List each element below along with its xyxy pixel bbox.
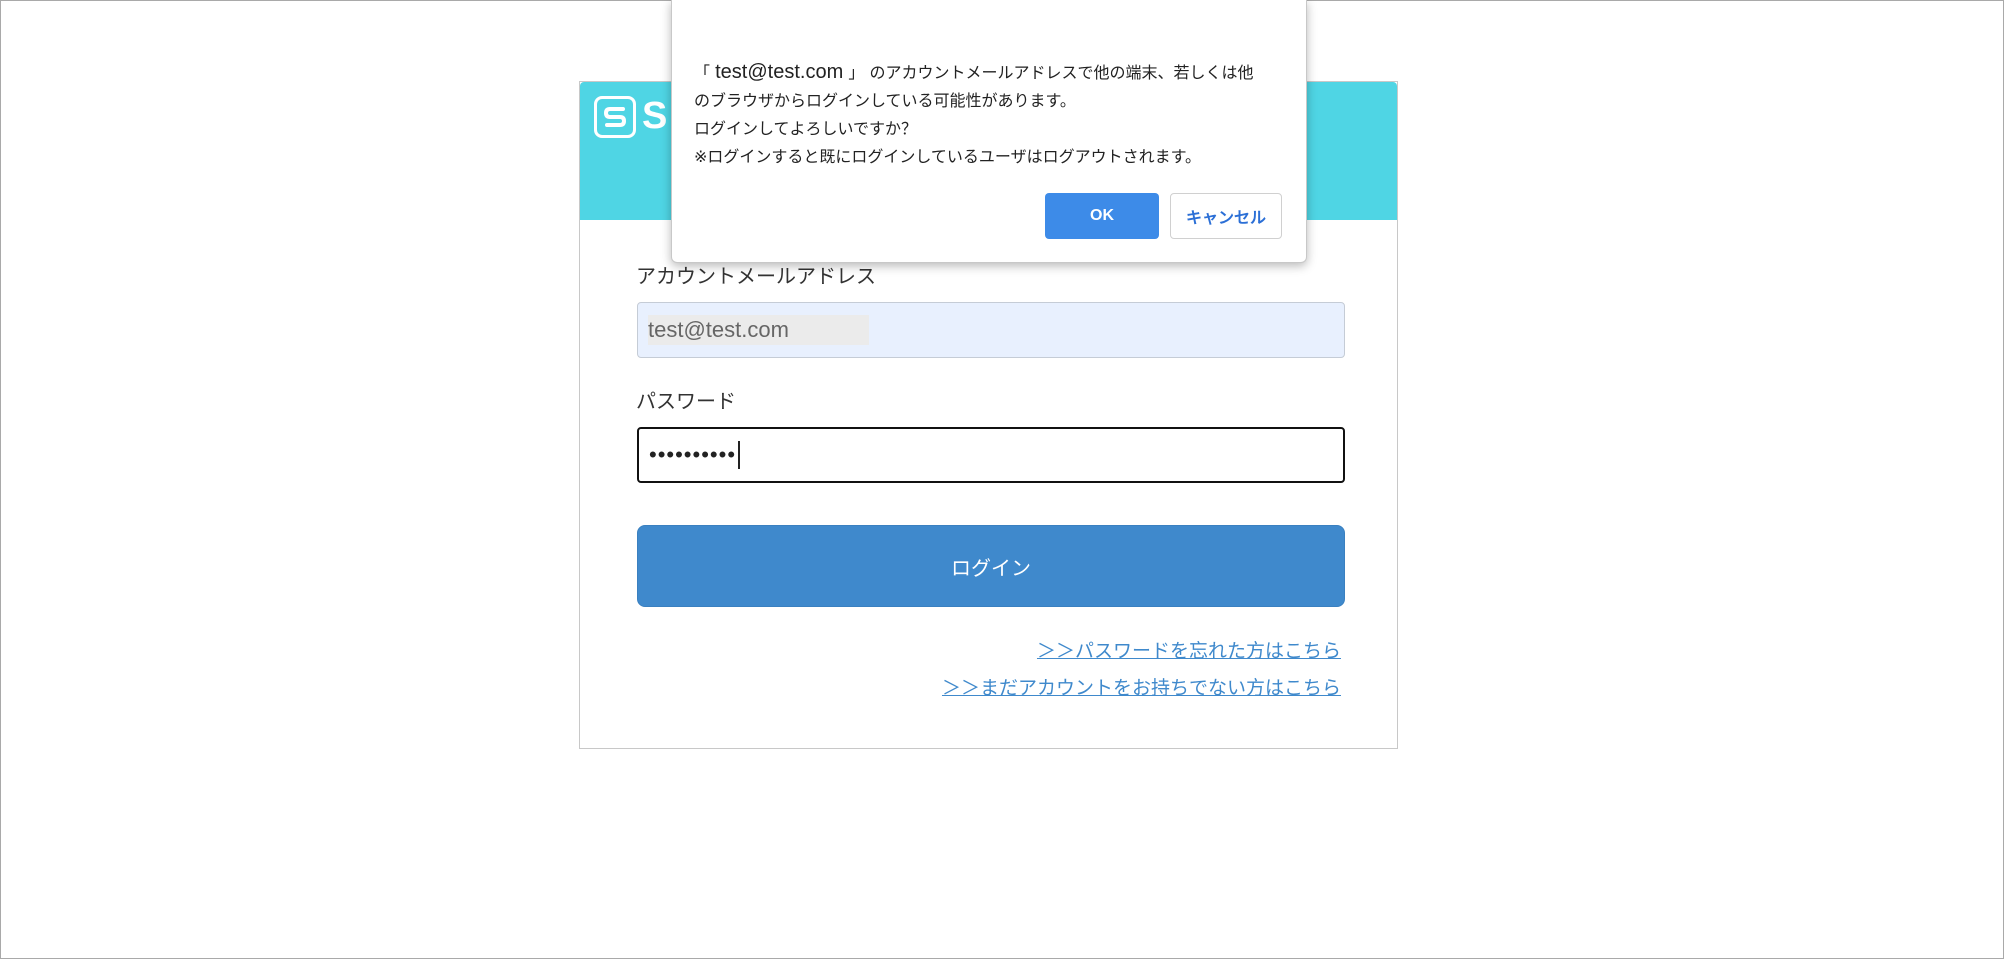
dialog-line-1: 「 test@test.com 」 のアカウントメールアドレスで他の端末、若しく… <box>694 58 1294 87</box>
email-value: test@test.com <box>648 315 869 345</box>
logo-text: S <box>642 95 668 137</box>
ok-button[interactable]: OK <box>1045 193 1159 239</box>
dialog-line-2: のブラウザからログインしている可能性があります。 <box>694 91 1076 110</box>
signup-link[interactable]: ＞＞まだアカウントをお持ちでない方はこちら <box>942 673 1341 700</box>
forgot-password-link[interactable]: ＞＞パスワードを忘れた方はこちら <box>1037 636 1341 663</box>
dialog-email: test@test.com <box>715 61 844 83</box>
login-button[interactable]: ログイン <box>637 525 1345 607</box>
confirm-dialog: 「 test@test.com 」 のアカウントメールアドレスで他の端末、若しく… <box>671 0 1307 263</box>
email-field[interactable]: test@test.com <box>637 302 1345 358</box>
text-caret <box>738 441 741 469</box>
logo-icon <box>594 96 636 138</box>
password-label: パスワード <box>636 389 736 413</box>
quote-open: 「 <box>694 63 711 82</box>
dialog-message: 「 test@test.com 」 のアカウントメールアドレスで他の端末、若しく… <box>694 58 1294 171</box>
email-label: アカウントメールアドレス <box>636 264 876 288</box>
dialog-line-1-text: のアカウントメールアドレスで他の端末、若しくは他 <box>869 63 1254 82</box>
dialog-line-4: ※ログインすると既にログインしているユーザはログアウトされます。 <box>694 147 1202 166</box>
quote-close: 」 <box>848 63 865 82</box>
dialog-line-3: ログインしてよろしいですか？ <box>694 119 918 138</box>
logo-s-shape <box>603 107 627 127</box>
cancel-button[interactable]: キャンセル <box>1170 193 1282 239</box>
password-field[interactable]: •••••••••• <box>637 427 1345 483</box>
password-value: •••••••••• <box>649 442 737 467</box>
